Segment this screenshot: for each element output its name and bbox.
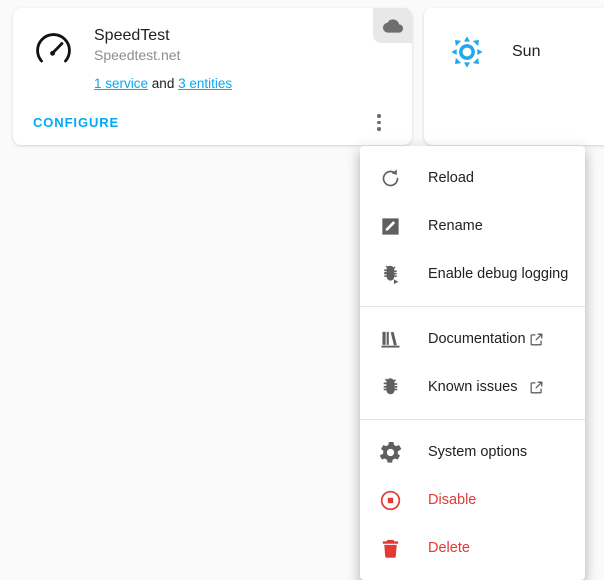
stop-circle-icon bbox=[378, 488, 402, 512]
menu-item-enable-debug-logging[interactable]: Enable debug logging bbox=[360, 250, 585, 298]
menu-item-documentation[interactable]: Documentation bbox=[360, 315, 585, 363]
menu-item-label: Enable debug logging bbox=[428, 266, 569, 282]
menu-item-label: Known issues bbox=[428, 379, 518, 395]
menu-item-system-options[interactable]: System options bbox=[360, 428, 585, 476]
menu-item-label: Disable bbox=[428, 492, 477, 508]
services-link[interactable]: 1 service bbox=[94, 76, 148, 91]
dots-vertical-icon bbox=[377, 114, 381, 118]
card-actions: CONFIGURE bbox=[13, 100, 412, 145]
menu-item-reload[interactable]: Reload bbox=[360, 154, 585, 202]
menu-divider bbox=[360, 306, 585, 307]
menu-item-label: Delete bbox=[428, 540, 470, 556]
trash-icon bbox=[378, 536, 402, 560]
open-in-new-icon bbox=[527, 330, 545, 348]
sun-title: Sun bbox=[512, 43, 541, 60]
integration-card-sun: Sun bbox=[424, 8, 604, 145]
open-in-new-icon bbox=[527, 378, 545, 396]
cloud-icon bbox=[382, 16, 403, 36]
overflow-menu: Reload Rename Enable debug logging Document… bbox=[360, 146, 585, 580]
integration-subtitle: Speedtest.net bbox=[94, 47, 181, 63]
cog-icon bbox=[378, 440, 402, 464]
links-conjunction: and bbox=[151, 76, 175, 91]
sun-card-header: Sun bbox=[424, 8, 604, 72]
integration-card-speedtest: SpeedTest Speedtest.net 1 service and 3 … bbox=[13, 8, 412, 145]
menu-item-label: Documentation bbox=[428, 331, 526, 347]
menu-item-delete[interactable]: Delete bbox=[360, 524, 585, 572]
rename-box-icon bbox=[378, 214, 402, 238]
dots-vertical-icon bbox=[377, 127, 381, 131]
dots-vertical-icon bbox=[377, 120, 381, 125]
menu-item-label: Reload bbox=[428, 170, 474, 186]
bug-play-icon bbox=[378, 262, 402, 286]
bug-icon bbox=[378, 375, 402, 399]
entities-link[interactable]: 3 entities bbox=[178, 76, 232, 91]
integration-links: 1 service and 3 entities bbox=[94, 76, 232, 92]
integration-title: SpeedTest bbox=[94, 27, 170, 44]
menu-item-label: System options bbox=[428, 444, 528, 460]
sun-icon bbox=[447, 32, 487, 72]
menu-item-label: Rename bbox=[428, 218, 483, 234]
card-header: SpeedTest Speedtest.net 1 service and 3 … bbox=[13, 8, 412, 92]
speedometer-icon bbox=[29, 26, 77, 74]
menu-item-known-issues[interactable]: Known issues bbox=[360, 363, 585, 411]
menu-item-disable[interactable]: Disable bbox=[360, 476, 585, 524]
menu-item-rename[interactable]: Rename bbox=[360, 202, 585, 250]
menu-divider bbox=[360, 419, 585, 420]
bookshelf-icon bbox=[378, 327, 402, 351]
reload-icon bbox=[378, 166, 402, 190]
cloud-badge bbox=[373, 8, 412, 43]
configure-button[interactable]: CONFIGURE bbox=[33, 109, 129, 136]
integrations-card-grid: SpeedTest Speedtest.net 1 service and 3 … bbox=[0, 8, 604, 148]
overflow-menu-button[interactable] bbox=[362, 106, 396, 140]
card-header-text: SpeedTest Speedtest.net 1 service and 3 … bbox=[94, 24, 232, 92]
